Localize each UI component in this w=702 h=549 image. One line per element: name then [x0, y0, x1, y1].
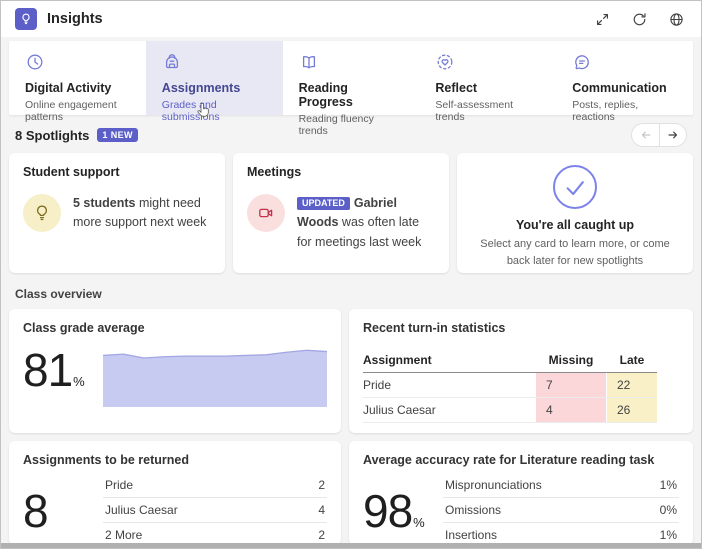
list-item: 2 More 2 — [103, 523, 327, 545]
tab-assignments[interactable]: Assignments Grades and submissions — [145, 41, 283, 123]
class-overview-section-label: Class overview — [15, 287, 102, 301]
insights-lightbulb-logo-icon — [15, 8, 37, 30]
previous-spotlights-button[interactable] — [631, 123, 659, 147]
card-title: Recent turn-in statistics — [363, 321, 506, 335]
turn-in-statistics-card: Recent turn-in statistics Assignment Mis… — [349, 309, 693, 433]
caught-up-title: You're all caught up — [515, 218, 635, 232]
tab-sublabel: Reading fluency trends — [298, 113, 374, 137]
chat-bubble-icon — [572, 52, 677, 74]
reflect-heart-icon — [435, 52, 540, 74]
spotlight-card-student-support[interactable]: Student support 5 students might need mo… — [9, 153, 225, 273]
to-return-list: Pride 2 Julius Caesar 4 2 More 2 — [103, 473, 327, 545]
table-row: Julius Caesar 4 26 — [363, 398, 657, 423]
page-title: Insights — [47, 11, 103, 27]
spotlight-card-caught-up: You're all caught up Select any card to … — [457, 153, 693, 273]
video-camera-icon — [247, 194, 285, 232]
tab-reflect[interactable]: Reflect Self-assessment trends — [419, 41, 556, 123]
table-row: Pride 7 22 — [363, 373, 657, 398]
tab-label: Digital Activity — [25, 81, 112, 95]
expand-icon[interactable] — [592, 9, 613, 30]
class-overview-grid: Class grade average 81% Recent turn-in s… — [9, 309, 693, 545]
insights-tab-bar: Digital Activity Online engagement patte… — [9, 41, 693, 137]
new-count-badge: 1 NEW — [97, 128, 138, 142]
grade-trend-chart — [102, 349, 327, 407]
accuracy-value: 98% — [363, 484, 425, 537]
tab-reading-progress[interactable]: Reading Progress Reading fluency trends — [283, 41, 420, 137]
app-header: Insights — [1, 1, 701, 37]
missing-cell: 4 — [536, 398, 606, 422]
spotlight-card-meetings[interactable]: Meetings UPDATED Gabriel Woods was often … — [233, 153, 449, 273]
spotlights-pager — [631, 123, 687, 147]
tab-sublabel: Posts, replies, reactions — [572, 99, 639, 123]
accuracy-list: Mispronunciations 1% Omissions 0% Insertio… — [443, 473, 679, 545]
card-title: Class grade average — [23, 321, 145, 335]
caught-up-subtitle: Select any card to learn more, or come b… — [480, 238, 670, 267]
area-fill — [102, 350, 327, 407]
spotlight-cards-row: Student support 5 students might need mo… — [9, 153, 693, 273]
tab-communication[interactable]: Communication Posts, replies, reactions — [556, 41, 693, 123]
table-header-row: Assignment Missing Late — [363, 348, 657, 373]
spotlight-message: UPDATED Gabriel Woods was often late for … — [297, 196, 422, 249]
spotlight-message: 5 students might need more support next … — [73, 196, 207, 230]
tab-sublabel: Grades and submissions — [161, 99, 220, 123]
window-bottom-edge — [1, 543, 701, 548]
grade-average-card: Class grade average 81% — [9, 309, 341, 433]
list-item: Omissions 0% — [443, 498, 679, 523]
tab-label: Reading Progress — [298, 81, 353, 109]
list-item: Julius Caesar 4 — [103, 498, 327, 523]
accuracy-rate-card: Average accuracy rate for Literature rea… — [349, 441, 693, 545]
assignments-to-return-card: Assignments to be returned 8 Pride 2 Juli… — [9, 441, 341, 545]
spotlights-heading: 8 Spotlights — [15, 127, 90, 143]
card-title: Meetings — [247, 165, 302, 179]
card-title: Student support — [23, 165, 120, 179]
insights-app-window: Insights Digital Activity Online engagem… — [0, 0, 702, 549]
lightbulb-icon — [23, 194, 61, 232]
list-item: Mispronunciations 1% — [443, 473, 679, 498]
tab-label: Reflect — [435, 81, 478, 95]
refresh-icon[interactable] — [629, 9, 650, 30]
updated-badge: UPDATED — [297, 197, 350, 210]
open-book-icon — [299, 52, 404, 74]
late-cell: 22 — [607, 373, 657, 397]
list-item: Insertions 1% — [443, 523, 679, 545]
tab-label: Assignments — [161, 81, 241, 95]
tab-sublabel: Online engagement patterns — [25, 99, 117, 123]
card-title: Average accuracy rate for Literature rea… — [363, 453, 655, 467]
tab-sublabel: Self-assessment trends — [435, 99, 514, 123]
to-return-count: 8 — [23, 484, 49, 537]
next-spotlights-button[interactable] — [659, 123, 687, 147]
turn-in-table: Assignment Missing Late Pride 7 22 Juliu… — [363, 348, 679, 423]
clock-icon — [25, 52, 130, 74]
tab-digital-activity[interactable]: Digital Activity Online engagement patte… — [9, 41, 146, 123]
late-cell: 26 — [607, 398, 657, 422]
missing-cell: 7 — [536, 373, 606, 397]
card-title: Assignments to be returned — [23, 453, 189, 467]
backpack-icon — [162, 52, 267, 74]
grade-average-value: 81% — [23, 344, 85, 396]
globe-icon[interactable] — [666, 9, 687, 30]
tab-label: Communication — [572, 81, 667, 95]
checkmark-circle-icon — [553, 165, 597, 209]
list-item: Pride 2 — [103, 473, 327, 498]
